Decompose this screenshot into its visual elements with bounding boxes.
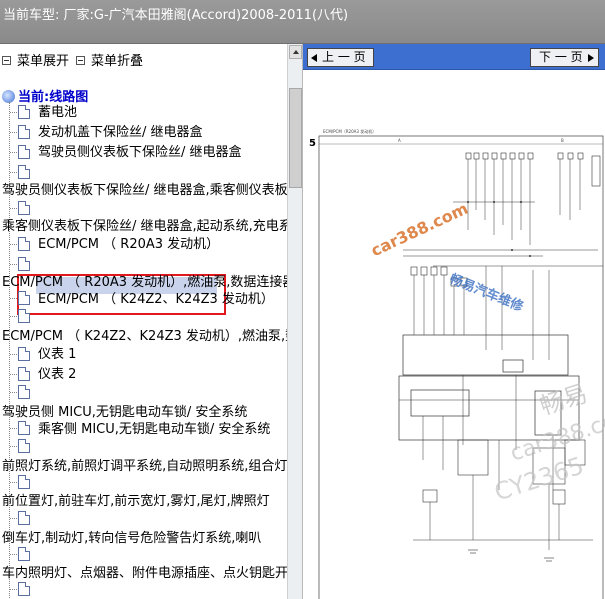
scroll-up-button[interactable] [289, 45, 302, 59]
expand-menu-label: 菜单展开 [17, 54, 70, 69]
diagram-viewer: 上 一 页 下 一 页 5 ECM/PCM（R20A3 发动机） A B car… [303, 44, 605, 599]
left-arrow-icon [311, 54, 317, 62]
tree-item[interactable]: 倒车灯,制动灯,转向信号危险警告灯系统,喇叭 [2, 530, 261, 548]
tree-item[interactable]: 仪表 2 [38, 366, 76, 384]
tree-item[interactable]: ECM/PCM （ K24Z2、K24Z3 发动机） [38, 291, 274, 309]
tree-item[interactable]: ECM/PCM （ R20A3 发动机）,燃油泵,数据连接器 [2, 274, 287, 292]
tree-item[interactable]: 驾驶员侧 MICU,无钥匙电动车锁/ 安全系统 [2, 404, 247, 422]
document-icon [18, 309, 30, 323]
document-icon [18, 347, 30, 361]
tree-item[interactable]: 蓄电池 [38, 104, 77, 122]
document-icon [18, 367, 30, 381]
tree-item[interactable]: 驾驶员侧仪表板下保险丝/ 继电器盒,乘客侧仪表板 [2, 182, 287, 200]
document-icon [18, 291, 30, 305]
tree-item[interactable]: 前位置灯,前驻车灯,前示宽灯,雾灯,尾灯,牌照灯 [2, 493, 270, 511]
diagram-header: ECM/PCM（R20A3 发动机） [323, 128, 376, 134]
next-page-button[interactable]: 下 一 页 [530, 48, 599, 67]
expand-menu-button[interactable]: 菜单展开 [2, 50, 70, 69]
svg-text:B: B [561, 138, 564, 143]
document-icon [18, 145, 30, 159]
document-icon [18, 125, 30, 139]
diagram-page-number: 5 [309, 138, 316, 149]
tree-item-selected[interactable]: ECM/PCM （ R20A3 发动机） [38, 236, 219, 254]
expand-icon [2, 56, 11, 65]
document-icon [18, 237, 30, 251]
tree-item[interactable]: ECM/PCM （ K24Z2、K24Z3 发动机）,燃油泵,数 [2, 328, 287, 346]
document-icon [18, 582, 30, 596]
document-icon [18, 257, 30, 271]
document-icon [18, 511, 30, 525]
tree-item[interactable]: 仪表 1 [38, 346, 76, 364]
document-icon [18, 475, 30, 489]
tree-guide-line [9, 102, 10, 599]
document-icon [18, 201, 30, 215]
tree-item[interactable]: 乘客侧仪表板下保险丝/ 继电器盒,起动系统,充电系 [2, 218, 287, 236]
wiring-diagram[interactable]: 5 ECM/PCM（R20A3 发动机） A B car388.com 畅易汽车… [303, 70, 605, 599]
navigation-tree-pane: 菜单展开 菜单折叠 当前:线路图 蓄电池 发动机盖下保险丝/ 继电器盒 驾驶员侧… [0, 44, 303, 599]
tree-item[interactable]: 车内照明灯、点烟器、附件电源插座、点火钥匙开 [2, 565, 287, 583]
next-page-label: 下 一 页 [539, 50, 583, 64]
collapse-icon [76, 56, 85, 65]
document-icon [18, 105, 30, 119]
document-icon [18, 421, 30, 435]
wiring-tree: 蓄电池 发动机盖下保险丝/ 继电器盒 驾驶员侧仪表板下保险丝/ 继电器盒 驾驶员… [0, 84, 287, 599]
document-icon [18, 165, 30, 179]
tree-item[interactable]: 前照灯系统,前照灯调平系统,自动照明系统,组合灯 [2, 458, 287, 476]
collapse-menu-label: 菜单折叠 [91, 54, 144, 69]
svg-text:A: A [398, 138, 401, 143]
tree-item[interactable]: 乘客侧 MICU,无钥匙电动车锁/ 安全系统 [38, 421, 270, 439]
window-title: 当前车型: 厂家:G-广汽本田雅阁(Accord)2008-2011(八代) [3, 8, 349, 23]
page-nav-bar: 上 一 页 下 一 页 [303, 44, 605, 70]
tree-scrollbar[interactable] [287, 44, 302, 599]
document-icon [18, 547, 30, 561]
right-arrow-icon [588, 54, 594, 62]
collapse-menu-button[interactable]: 菜单折叠 [76, 50, 144, 69]
wiring-diagram-drawing: 5 ECM/PCM（R20A3 发动机） A B [309, 128, 604, 599]
tree-item[interactable]: 驾驶员侧仪表板下保险丝/ 继电器盒 [38, 144, 242, 162]
title-bar: 当前车型: 厂家:G-广汽本田雅阁(Accord)2008-2011(八代) [0, 0, 605, 44]
previous-page-button[interactable]: 上 一 页 [307, 48, 374, 67]
document-icon [18, 439, 30, 453]
previous-page-label: 上 一 页 [322, 50, 366, 64]
document-icon [18, 385, 30, 399]
scroll-thumb[interactable] [289, 88, 302, 188]
tree-item[interactable]: 发动机盖下保险丝/ 继电器盒 [38, 124, 203, 142]
